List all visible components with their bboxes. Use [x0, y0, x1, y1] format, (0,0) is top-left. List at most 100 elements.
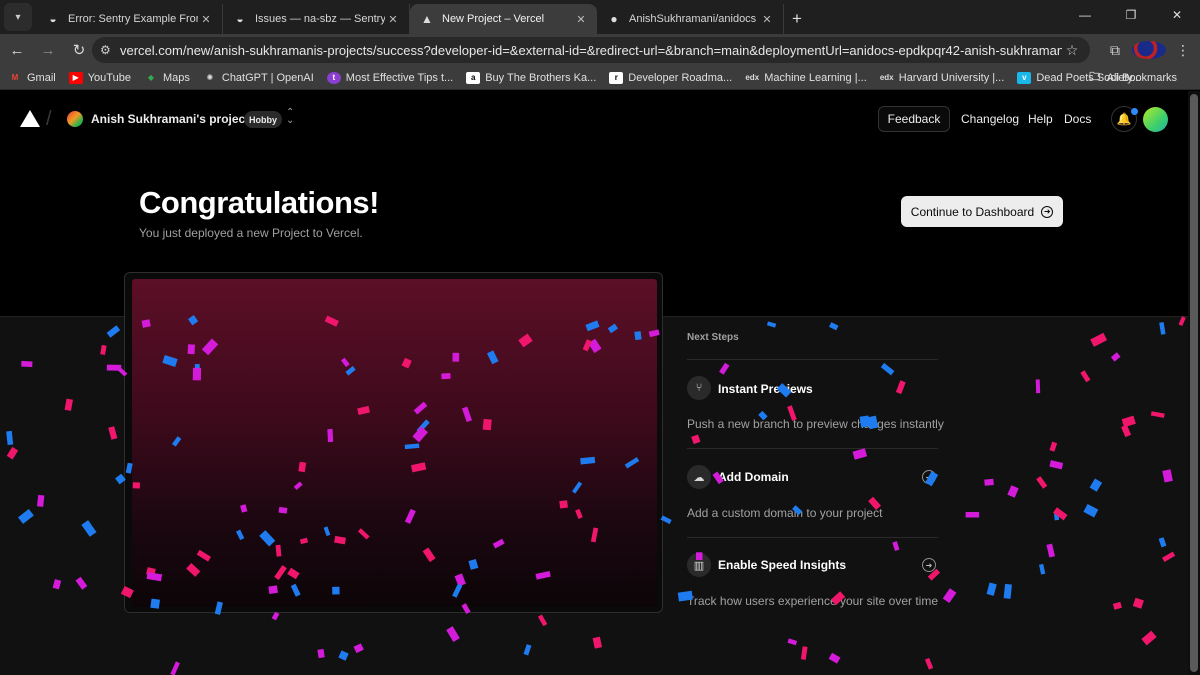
tab-search-icon[interactable]: ▾	[4, 3, 32, 31]
close-icon[interactable]: ✕	[759, 11, 775, 27]
arrow-right-circle-icon[interactable]: ➜	[922, 558, 936, 572]
tab-title: Error: Sentry Example Frontend	[68, 13, 198, 25]
bookmark-label: All Bookmarks	[1106, 71, 1177, 84]
browser-tab[interactable]: ◒ Issues — na-sbz — Sentry ✕	[223, 4, 410, 34]
sentry-icon: ◒	[236, 12, 244, 26]
openai-icon: ✺	[206, 73, 214, 82]
restore-icon[interactable]: ❐	[1108, 0, 1154, 30]
plan-badge: Hobby	[244, 111, 282, 128]
next-steps-heading: Next Steps	[687, 332, 739, 343]
bookmark-harvard[interactable]: edx Harvard University |...	[879, 71, 1005, 84]
branch-icon: ⑂	[687, 376, 711, 400]
browser-tab[interactable]: ● AnishSukhramani/anidocs ✕	[597, 4, 784, 34]
reload-icon[interactable]: ↻	[65, 36, 93, 64]
bookmark-label: YouTube	[87, 71, 131, 84]
bookmark-maps[interactable]: ◆ Maps	[144, 72, 190, 84]
team-name[interactable]: Anish Sukhramani's projects	[91, 112, 256, 126]
window-controls: — ❐ ✕	[1062, 0, 1200, 30]
browser-tab[interactable]: ◒ Error: Sentry Example Frontend ✕	[36, 4, 223, 34]
page-subtitle: You just deployed a new Project to Verce…	[139, 226, 363, 240]
minimize-icon[interactable]: —	[1062, 0, 1108, 30]
step-title-add-domain[interactable]: Add Domain	[718, 470, 789, 484]
step-description: Push a new branch to preview changes ins…	[687, 417, 944, 431]
vercel-logo-icon[interactable]	[20, 110, 40, 127]
maps-icon: ◆	[147, 73, 155, 82]
notification-dot	[1131, 108, 1138, 115]
bookmark-tips[interactable]: t Most Effective Tips t...	[326, 71, 454, 84]
bookmark-label: Machine Learning |...	[764, 71, 867, 84]
arrow-right-circle-icon[interactable]: ➜	[922, 470, 936, 484]
vercel-page: / Anish Sukhramani's projects Hobby ⌃ ⌄ F…	[0, 91, 1200, 675]
menu-icon[interactable]: ⋮	[1166, 42, 1200, 59]
amazon-icon: a	[466, 71, 481, 84]
bookmark-label: Gmail	[27, 71, 56, 84]
url-text[interactable]: vercel.com/new/anish-sukhramanis-project…	[120, 43, 1062, 58]
tab-title: AnishSukhramani/anidocs	[629, 13, 757, 25]
chevron-up-down-icon[interactable]: ⌃ ⌄	[286, 108, 294, 126]
bookmark-gmail[interactable]: M Gmail	[8, 72, 56, 84]
page-title: Congratulations!	[139, 185, 380, 220]
tab-title: New Project – Vercel	[442, 13, 545, 25]
divider	[687, 359, 938, 360]
profile-avatar[interactable]	[1132, 41, 1166, 59]
bar-chart-icon: ▥	[687, 553, 711, 577]
bookmark-roadmap[interactable]: r Developer Roadma...	[609, 71, 733, 84]
folder-icon: 🗀	[1089, 71, 1101, 83]
bookmark-label: Harvard University |...	[898, 71, 1005, 84]
bookmark-chatgpt[interactable]: ✺ ChatGPT | OpenAI	[203, 72, 314, 84]
deployment-preview-card[interactable]	[124, 272, 663, 613]
feedback-button[interactable]: Feedback	[878, 106, 950, 132]
bookmark-youtube[interactable]: ▶ YouTube	[68, 71, 131, 84]
scrollbar-thumb[interactable]	[1190, 94, 1198, 672]
browser-toolbar: ← → ↻ ⚙ vercel.com/new/anish-sukhramanis…	[0, 34, 1200, 66]
step-title-speed-insights[interactable]: Enable Speed Insights	[718, 558, 846, 572]
browser-tab-bar: ▾ ◒ Error: Sentry Example Frontend ✕ ◒ I…	[0, 0, 1200, 34]
bookmarks-bar: M Gmail ▶ YouTube ◆ Maps ✺ ChatGPT | OpenAI …	[0, 66, 1200, 90]
roadmap-icon: r	[609, 71, 624, 84]
user-avatar[interactable]	[1143, 107, 1168, 132]
close-icon[interactable]: ✕	[573, 11, 589, 27]
forward-icon[interactable]: →	[34, 36, 62, 64]
bookmark-amazon[interactable]: a Buy The Brothers Ka...	[466, 71, 596, 84]
divider	[687, 537, 938, 538]
bookmark-label: Most Effective Tips t...	[345, 71, 454, 84]
new-tab-button[interactable]: +	[784, 4, 810, 34]
vercel-header: / Anish Sukhramani's projects Hobby ⌃ ⌄ F…	[0, 91, 1188, 145]
bookmark-label: Maps	[162, 71, 190, 84]
back-icon[interactable]: ←	[3, 36, 31, 64]
help-link[interactable]: Help	[1028, 112, 1053, 126]
youtube-icon: ▶	[68, 71, 83, 84]
breadcrumb-separator: /	[46, 108, 52, 130]
step-description: Add a custom domain to your project	[687, 506, 883, 520]
docs-link[interactable]: Docs	[1064, 112, 1091, 126]
continue-to-dashboard-button[interactable]: Continue to Dashboard ➜	[901, 196, 1063, 227]
close-icon[interactable]: ✕	[385, 11, 401, 27]
tips-icon: t	[326, 71, 341, 84]
gmail-icon: M	[11, 73, 19, 82]
site-info-icon[interactable]: ⚙	[100, 43, 120, 57]
globe-icon: ☁	[687, 465, 711, 489]
edx-icon: edx	[879, 73, 894, 82]
browser-tab-active[interactable]: ▲ New Project – Vercel ✕	[410, 4, 597, 34]
vimeo-icon: v	[1017, 71, 1032, 84]
step-title-instant-previews[interactable]: Instant Previews	[718, 382, 813, 396]
bookmark-star-icon[interactable]: ☆	[1062, 42, 1082, 59]
edx-icon: edx	[745, 73, 760, 82]
extensions-icon[interactable]: ⧉	[1098, 42, 1132, 59]
arrow-right-circle-icon: ➜	[1041, 205, 1054, 218]
changelog-link[interactable]: Changelog	[961, 112, 1019, 126]
bookmark-label: Developer Roadma...	[628, 71, 733, 84]
address-bar[interactable]: ⚙ vercel.com/new/anish-sukhramanis-proje…	[92, 37, 1090, 63]
close-window-icon[interactable]: ✕	[1154, 0, 1200, 30]
all-bookmarks[interactable]: 🗀 All Bookmarks	[1088, 71, 1177, 84]
step-description: Track how users experience your site ove…	[687, 594, 938, 608]
team-avatar[interactable]	[67, 111, 83, 127]
sentry-icon: ◒	[49, 12, 57, 26]
close-icon[interactable]: ✕	[198, 11, 214, 27]
vercel-icon: ▲	[421, 12, 433, 26]
deployment-preview-image[interactable]	[132, 279, 657, 607]
bookmark-ml[interactable]: edx Machine Learning |...	[745, 71, 867, 84]
bookmark-label: ChatGPT | OpenAI	[221, 71, 314, 84]
divider	[687, 448, 938, 449]
page-scrollbar[interactable]	[1188, 91, 1200, 675]
